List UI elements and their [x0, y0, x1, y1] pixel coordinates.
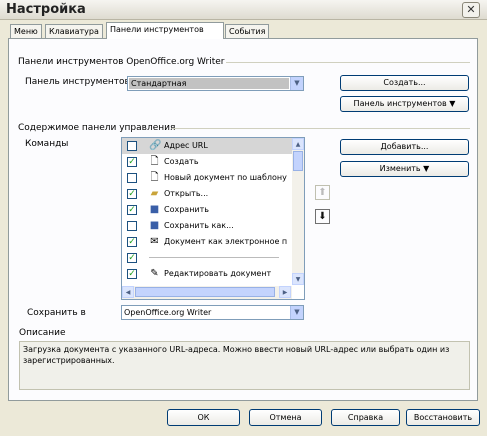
ok-button[interactable]: ОК	[167, 409, 240, 426]
tab-keyboard[interactable]: Клавиатура	[45, 24, 103, 38]
command-label: Открыть...	[164, 189, 209, 198]
command-label: Документ как электронное п	[164, 237, 288, 246]
toolbars-group-heading: Панели инструментов OpenOffice.org Write…	[18, 57, 225, 67]
close-button[interactable]: ✕	[462, 2, 480, 18]
window-title: Настройка	[6, 2, 86, 17]
close-icon: ✕	[466, 3, 476, 16]
scroll-thumb[interactable]	[293, 151, 303, 171]
mail-icon: ✉	[150, 236, 159, 247]
url-icon: 🔗	[149, 140, 162, 151]
edit-doc-icon: ✎	[150, 268, 159, 279]
chevron-down-icon[interactable]: ▼	[290, 77, 303, 90]
command-label: Адрес URL	[164, 141, 208, 150]
command-checkbox[interactable]: ✓	[127, 269, 137, 279]
save-as-icon: ■	[149, 220, 160, 231]
scroll-left-icon[interactable]: ◀	[122, 286, 134, 298]
commands-label: Команды	[25, 139, 69, 149]
content-group-heading: Содержимое панели управления	[18, 123, 176, 133]
new-doc-icon: 🗋	[150, 156, 159, 167]
save-in-value: OpenOffice.org Writer	[124, 308, 212, 317]
toolbar-menu-button[interactable]: Панель инструментов ▼	[340, 96, 469, 112]
save-icon: ■	[149, 204, 160, 215]
description-heading: Описание	[19, 328, 66, 338]
command-label: Создать	[164, 157, 199, 166]
list-item[interactable]: ✓ ▰ Открыть...	[122, 186, 292, 202]
toolbar-select[interactable]: Стандартная ▼	[127, 76, 304, 91]
list-item[interactable]: ✓ ✎ Редактировать документ	[122, 266, 292, 282]
group-divider	[226, 62, 470, 63]
group-divider	[172, 128, 470, 129]
chevron-down-icon[interactable]: ▼	[290, 306, 303, 319]
move-down-icon[interactable]: ⬇	[315, 209, 330, 224]
list-item[interactable]: ✓ ■ Сохранить	[122, 202, 292, 218]
vertical-scrollbar[interactable]: ▲ ▼	[292, 138, 304, 285]
list-item[interactable]: 🗋 Новый документ по шаблону	[122, 170, 292, 186]
horizontal-scrollbar[interactable]: ◀ ▶	[122, 286, 292, 299]
command-label: Редактировать документ	[164, 269, 272, 278]
scroll-up-icon[interactable]: ▲	[292, 138, 304, 150]
list-item[interactable]: ✓	[122, 250, 292, 266]
open-folder-icon: ▰	[150, 188, 159, 199]
list-item[interactable]: ✓ ✉ Документ как электронное п	[122, 234, 292, 250]
modify-command-button[interactable]: Изменить ▼	[340, 161, 469, 177]
tab-toolbars[interactable]: Панели инструментов	[106, 22, 224, 39]
list-item[interactable]: 🔗 Адрес URL	[122, 138, 292, 154]
description-text: Загрузка документа с указанного URL-адре…	[19, 341, 470, 390]
command-checkbox[interactable]	[127, 141, 137, 151]
command-checkbox[interactable]	[127, 173, 137, 183]
command-checkbox[interactable]: ✓	[127, 189, 137, 199]
separator	[149, 257, 279, 258]
move-up-icon[interactable]: ⬆	[315, 185, 330, 200]
list-item[interactable]: ✓ 🗋 Создать	[122, 154, 292, 170]
command-label: Сохранить	[164, 205, 209, 214]
scroll-right-icon[interactable]: ▶	[279, 286, 291, 298]
command-checkbox[interactable]: ✓	[127, 237, 137, 247]
command-checkbox[interactable]: ✓	[127, 157, 137, 167]
new-toolbar-button[interactable]: Создать...	[340, 75, 469, 91]
save-in-select[interactable]: OpenOffice.org Writer ▼	[121, 305, 304, 320]
command-label: Сохранить как...	[164, 221, 234, 230]
command-label: Новый документ по шаблону	[164, 173, 287, 182]
scroll-thumb[interactable]	[135, 287, 275, 297]
command-checkbox[interactable]	[127, 221, 137, 231]
commands-list[interactable]: 🔗 Адрес URL ✓ 🗋 Создать 🗋 Новый документ…	[121, 137, 305, 300]
toolbar-select-value: Стандартная	[129, 78, 289, 89]
save-in-label: Сохранить в	[27, 308, 86, 318]
cancel-button[interactable]: Отмена	[249, 409, 322, 426]
scroll-down-icon[interactable]: ▼	[292, 273, 304, 285]
reset-button[interactable]: Восстановить	[406, 409, 480, 426]
tab-menu[interactable]: Меню	[10, 24, 42, 38]
command-checkbox[interactable]: ✓	[127, 253, 137, 263]
list-item[interactable]: ■ Сохранить как...	[122, 218, 292, 234]
command-checkbox[interactable]: ✓	[127, 205, 137, 215]
template-doc-icon: 🗋	[150, 172, 159, 183]
help-button[interactable]: Справка	[331, 409, 400, 426]
add-command-button[interactable]: Добавить...	[340, 139, 469, 155]
tab-events[interactable]: События	[225, 24, 270, 38]
toolbar-label: Панель инструментов	[25, 77, 130, 87]
